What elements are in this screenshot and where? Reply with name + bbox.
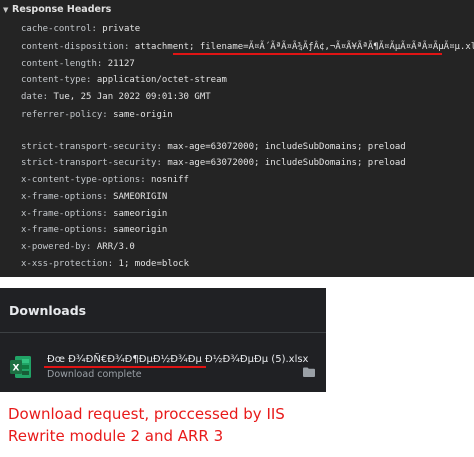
header-name: referrer-policy: [21, 110, 108, 120]
caption: Download request, proccessed by IIS Rewr… [8, 403, 285, 447]
header-row: date: Tue, 25 Jan 2022 09:01:30 GMT [21, 92, 211, 102]
header-value: max-age=63072000; includeSubDomains; pre… [167, 158, 406, 168]
header-name: content-type: [21, 75, 92, 85]
excel-file-icon[interactable]: X [10, 355, 32, 379]
header-value: 1; mode=block [118, 259, 189, 269]
header-value: private [102, 24, 141, 34]
header-value: same-origin [113, 110, 173, 120]
filename-underline [173, 53, 442, 55]
header-row: x-frame-options: SAMEORIGIN [21, 192, 167, 202]
header-value: sameorigin [113, 225, 168, 235]
header-name: strict-transport-security: [21, 158, 162, 168]
header-value: nosniff [151, 175, 189, 185]
header-row: x-frame-options: sameorigin [21, 209, 167, 219]
header-row: x-xss-protection: 1; mode=block [21, 259, 189, 269]
download-status: Download complete [47, 369, 142, 380]
header-row: x-frame-options: sameorigin [21, 225, 167, 235]
header-name: x-content-type-options: [21, 175, 146, 185]
header-name: content-disposition: [21, 42, 130, 52]
header-name: cache-control: [21, 24, 97, 34]
header-value: 21127 [107, 59, 135, 69]
caption-line-2: Rewrite module 2 and ARR 3 [8, 427, 224, 445]
header-value: application/octet-stream [96, 75, 227, 85]
response-headers-toggle[interactable]: ▼ Response Headers [3, 4, 111, 15]
header-value: SAMEORIGIN [113, 192, 168, 202]
response-headers-title: Response Headers [12, 4, 112, 15]
header-value: Tue, 25 Jan 2022 09:01:30 GMT [53, 92, 211, 102]
header-row: content-disposition: attachment; filenam… [21, 42, 474, 52]
header-name: x-frame-options: [21, 192, 108, 202]
header-row: x-content-type-options: nosniff [21, 175, 189, 185]
folder-icon[interactable] [303, 362, 315, 377]
triangle-down-icon: ▼ [3, 6, 9, 14]
header-name: x-xss-protection: [21, 259, 114, 269]
header-name: x-frame-options: [21, 225, 108, 235]
header-row: strict-transport-security: max-age=63072… [21, 142, 406, 152]
header-name: x-frame-options: [21, 209, 108, 219]
header-row: referrer-policy: same-origin [21, 110, 173, 120]
header-value-filename: filename=Ã¤Ã´ÃªÃ¤Ã¾ÃƒÂ¢,¬Ã¤Ã¥ÃªÃ¶Ã¤ÃµÃ¤Ã… [199, 42, 474, 52]
response-headers-panel: ▼ Response Headers cache-control: private… [0, 0, 474, 277]
header-value: attachment; [134, 42, 195, 52]
header-value: max-age=63072000; includeSubDomains; pre… [167, 142, 406, 152]
header-name: content-length: [21, 59, 103, 69]
header-value: sameorigin [113, 209, 168, 219]
header-name: x-powered-by: [21, 242, 92, 252]
header-row: content-length: 21127 [21, 59, 135, 69]
header-row: strict-transport-security: max-age=63072… [21, 158, 406, 168]
downloads-divider [0, 332, 326, 333]
header-row: content-type: application/octet-stream [21, 75, 227, 85]
download-filename-link[interactable]: Ðœ Ð¾ÐÑ€Ð¾Ð¶ÐµÐ½Ð¾Ðµ Ð½Ð¾ÐµÐµ (5).xlsx [47, 354, 308, 365]
svg-text:X: X [13, 364, 20, 374]
header-name: strict-transport-security: [21, 142, 162, 152]
caption-line-1: Download request, proccessed by IIS [8, 405, 285, 423]
header-name: date: [21, 92, 49, 102]
download-filename-underline [44, 366, 206, 368]
header-row: cache-control: private [21, 24, 140, 34]
header-row: x-powered-by: ARR/3.0 [21, 242, 135, 252]
downloads-title: Downloads [9, 303, 87, 318]
header-value: ARR/3.0 [96, 242, 135, 252]
